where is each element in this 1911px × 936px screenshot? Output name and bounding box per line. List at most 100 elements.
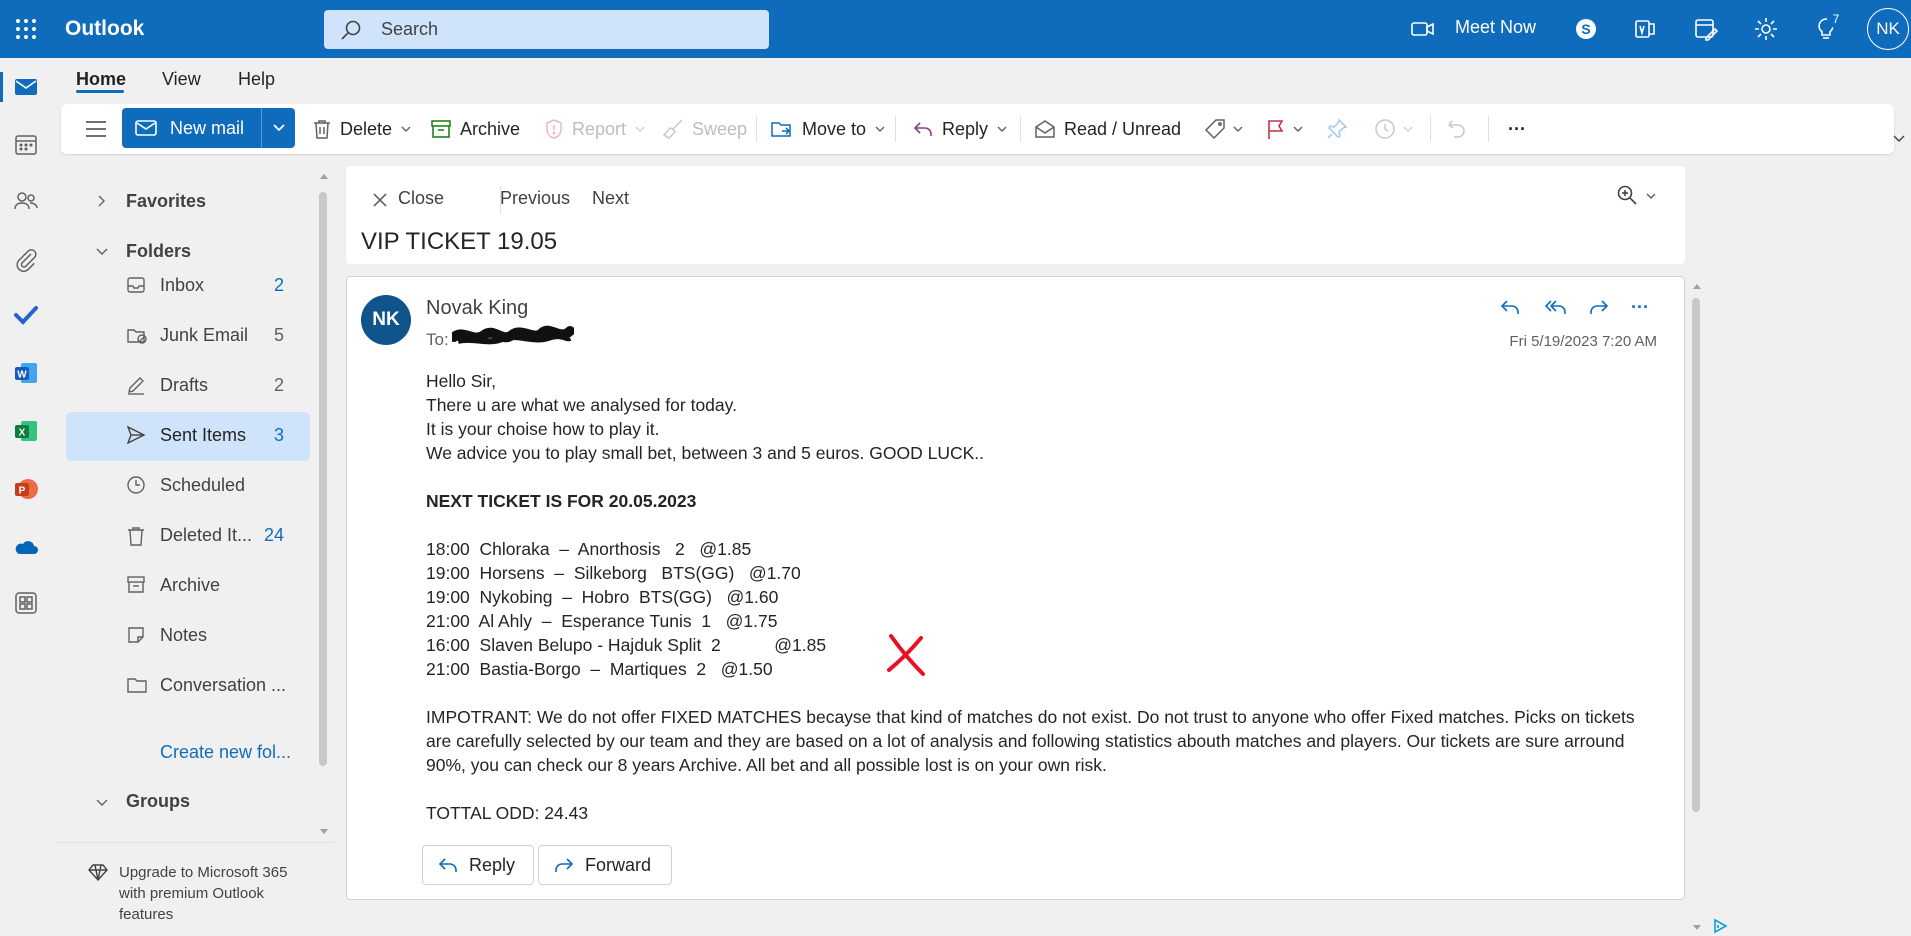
reading-pane-scrollbar[interactable] xyxy=(1692,298,1700,812)
attachment-icon[interactable] xyxy=(13,246,39,272)
diamond-icon xyxy=(88,863,108,881)
tab-view[interactable]: View xyxy=(162,69,201,90)
upgrade-banner[interactable]: Upgrade to Microsoft 365 with premium Ou… xyxy=(56,842,334,936)
skype-icon[interactable]: S xyxy=(1573,16,1599,42)
folder-drafts[interactable]: Drafts 2 xyxy=(66,362,310,411)
powerpoint-icon[interactable]: P xyxy=(13,476,39,502)
reply-button[interactable]: Reply xyxy=(912,104,1008,154)
previous-button[interactable]: Previous xyxy=(500,188,570,209)
chevron-down-icon[interactable] xyxy=(634,124,646,134)
close-icon[interactable] xyxy=(372,192,388,208)
folder-label: Conversation ... xyxy=(160,675,287,695)
chevron-down-icon[interactable] xyxy=(874,124,886,134)
next-button[interactable]: Next xyxy=(592,188,629,209)
message-date: Fri 5/19/2023 7:20 AM xyxy=(1509,333,1657,350)
people-icon[interactable] xyxy=(13,188,39,214)
pick-row: 19:00 Horsens – Silkeborg BTS(GG) @1.70 xyxy=(426,563,801,583)
chevron-down-icon[interactable] xyxy=(996,124,1008,134)
chevron-right-icon[interactable] xyxy=(96,194,108,208)
send-icon xyxy=(126,425,146,445)
folder-junk-email[interactable]: Junk Email 5 xyxy=(66,312,310,361)
folder-archive[interactable]: Archive xyxy=(66,562,310,611)
sender-name[interactable]: Novak King xyxy=(426,297,528,320)
folder-deleted-items[interactable]: Deleted It... 24 xyxy=(66,512,310,561)
tag-button[interactable] xyxy=(1204,104,1244,154)
move-to-button[interactable]: Move to xyxy=(770,104,886,154)
chevron-down-icon[interactable] xyxy=(1292,124,1304,134)
delete-button[interactable]: Delete xyxy=(312,104,412,154)
calendar-icon[interactable] xyxy=(13,132,39,158)
search-input[interactable]: Search xyxy=(381,19,438,40)
ribbon-expand-icon[interactable] xyxy=(1892,134,1906,144)
forward-icon[interactable] xyxy=(1588,297,1610,317)
more-options-button[interactable]: ··· xyxy=(1508,104,1526,154)
item-count: 2 xyxy=(273,375,284,395)
search-box[interactable]: Search xyxy=(324,10,769,49)
undo-button[interactable] xyxy=(1446,104,1468,154)
active-tab-indicator xyxy=(76,90,124,93)
account-avatar[interactable]: NK xyxy=(1867,8,1909,50)
onedrive-icon[interactable] xyxy=(13,534,39,560)
sender-avatar[interactable]: NK xyxy=(361,295,411,345)
ad-choices-icon[interactable] xyxy=(1712,918,1728,934)
gear-icon[interactable] xyxy=(1753,16,1779,42)
new-mail-button[interactable]: New mail xyxy=(122,108,262,148)
app-launcher-icon[interactable] xyxy=(14,17,38,41)
total-odd: TOTTAL ODD: 24.43 xyxy=(426,803,589,823)
notes-edit-icon[interactable] xyxy=(1693,16,1719,42)
word-icon[interactable]: W xyxy=(13,360,39,386)
zoom-icon[interactable] xyxy=(1616,184,1638,206)
folders-header[interactable]: Folders xyxy=(126,241,191,262)
hamburger-icon[interactable] xyxy=(84,104,108,154)
read-unread-button[interactable]: Read / Unread xyxy=(1034,104,1181,154)
chevron-down-icon[interactable] xyxy=(95,246,109,258)
more-actions-icon[interactable]: ··· xyxy=(1631,297,1649,318)
tab-help[interactable]: Help xyxy=(238,69,275,90)
sweep-button[interactable]: Sweep xyxy=(662,104,747,154)
chevron-down-icon[interactable] xyxy=(400,124,412,134)
forward-button[interactable]: Forward xyxy=(538,845,672,885)
reply-all-icon[interactable] xyxy=(1543,297,1567,317)
body-line: It is your choise how to play it. xyxy=(426,419,660,439)
junk-icon xyxy=(126,325,148,345)
app-title[interactable]: Outlook xyxy=(65,17,144,41)
close-button[interactable]: Close xyxy=(398,188,444,209)
flag-button[interactable] xyxy=(1266,104,1304,154)
new-mail-dropdown[interactable] xyxy=(261,108,295,148)
tab-home[interactable]: Home xyxy=(76,69,126,90)
folder-notes[interactable]: Notes xyxy=(66,612,310,661)
report-button[interactable]: Report xyxy=(544,104,646,154)
scroll-down-arrow-icon[interactable] xyxy=(1692,924,1702,932)
more-apps-icon[interactable] xyxy=(13,590,39,616)
todo-icon[interactable] xyxy=(13,302,39,328)
mail-icon[interactable] xyxy=(13,74,39,100)
scroll-up-arrow-icon[interactable] xyxy=(319,172,329,180)
folder-conversation-history[interactable]: Conversation ... xyxy=(66,662,310,711)
folder-inbox[interactable]: Inbox 2 xyxy=(66,262,310,311)
scroll-down-arrow-icon[interactable] xyxy=(319,828,329,836)
video-camera-icon[interactable] xyxy=(1410,17,1436,41)
ribbon-divider xyxy=(895,116,896,142)
folder-sent-items[interactable]: Sent Items 3 xyxy=(66,412,310,461)
reply-icon[interactable] xyxy=(1499,297,1521,317)
excel-icon[interactable]: X xyxy=(13,418,39,444)
chevron-down-icon[interactable] xyxy=(1232,124,1244,134)
archive-button[interactable]: Archive xyxy=(430,104,520,154)
teams-icon[interactable] xyxy=(1633,16,1659,42)
folder-scheduled[interactable]: Scheduled xyxy=(66,462,310,511)
pin-button[interactable] xyxy=(1326,104,1348,154)
archive-icon xyxy=(430,119,452,139)
chevron-down-icon[interactable] xyxy=(1402,124,1414,134)
read-unread-label: Read / Unread xyxy=(1064,118,1182,139)
create-new-folder-link[interactable]: Create new fol... xyxy=(160,742,291,763)
reply-button-bottom[interactable]: Reply xyxy=(422,845,534,885)
meet-now-button[interactable]: Meet Now xyxy=(1455,17,1536,38)
folder-pane-scrollbar[interactable] xyxy=(319,192,327,766)
snooze-button[interactable] xyxy=(1374,104,1414,154)
groups-header[interactable]: Groups xyxy=(126,791,190,812)
favorites-header[interactable]: Favorites xyxy=(126,191,206,212)
chevron-down-icon[interactable] xyxy=(1645,191,1657,201)
chevron-down-icon[interactable] xyxy=(95,797,109,809)
scroll-up-arrow-icon[interactable] xyxy=(1692,282,1702,290)
forward-label: Forward xyxy=(585,854,652,875)
